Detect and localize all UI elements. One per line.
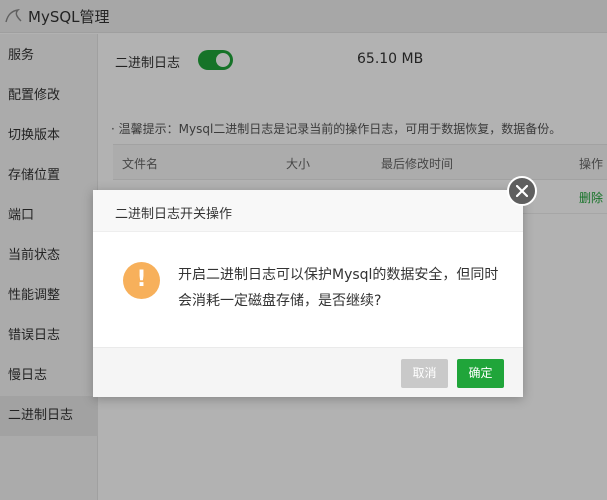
- cancel-button[interactable]: 取消: [401, 359, 448, 388]
- warning-icon: !: [123, 262, 160, 299]
- binlog-confirm-dialog: 二进制日志开关操作 ! 开启二进制日志可以保护Mysql的数据安全，但同时会消耗…: [93, 176, 537, 397]
- dialog-header: 二进制日志开关操作: [93, 190, 523, 232]
- dialog-title: 二进制日志开关操作: [115, 207, 233, 222]
- confirm-button[interactable]: 确定: [457, 359, 504, 388]
- dialog-footer: 取消 确定: [93, 347, 523, 397]
- dialog-message: 开启二进制日志可以保护Mysql的数据安全，但同时会消耗一定磁盘存储，是否继续?: [178, 267, 499, 309]
- close-icon: [516, 185, 528, 197]
- close-button[interactable]: [507, 176, 537, 206]
